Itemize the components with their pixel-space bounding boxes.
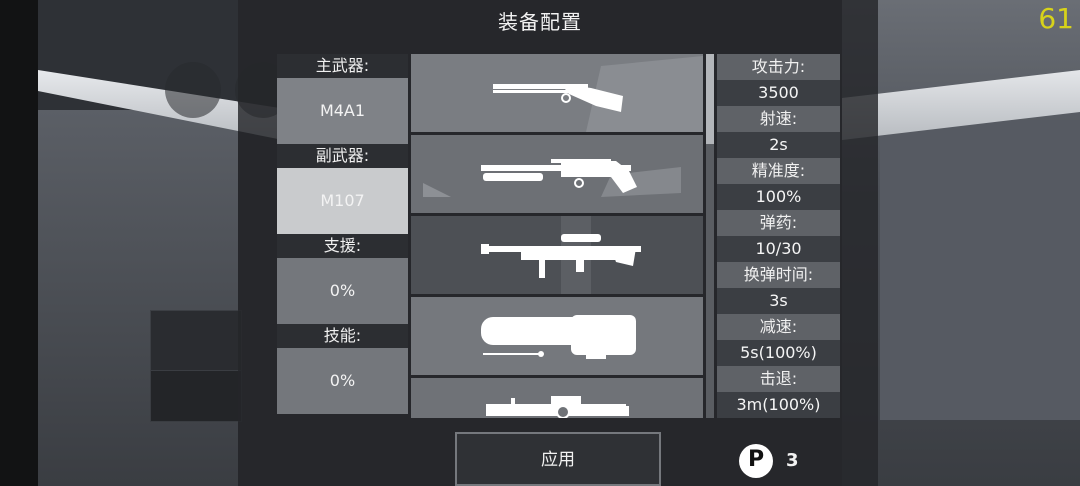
double-barrel-shotgun-icon <box>493 56 703 132</box>
left-wall <box>38 110 238 486</box>
crate <box>150 370 242 422</box>
fps-counter: 61 <box>1038 2 1074 35</box>
scrollbar-thumb[interactable] <box>706 54 714 144</box>
stat-label: 击退: <box>717 366 840 392</box>
pump-shotgun-icon <box>423 159 681 197</box>
weapon-list[interactable] <box>411 54 703 418</box>
screen-edge <box>0 0 38 486</box>
stat-label: 攻击力: <box>717 54 840 80</box>
plasma-cannon-icon <box>481 315 636 359</box>
weapon-item[interactable] <box>411 297 703 375</box>
weapon-stats: 攻击力: 3500 射速: 2s 精准度: 100% 弹药: 10/30 换弹时… <box>717 54 840 418</box>
stat-label: 射速: <box>717 106 840 132</box>
stat-label: 精准度: <box>717 158 840 184</box>
slot-primary-weapon[interactable]: 主武器: M4A1 <box>277 54 408 144</box>
sniper-rifle-icon <box>411 216 703 294</box>
slot-label: 主武器: <box>277 54 408 78</box>
stat-value: 5s(100%) <box>717 340 840 366</box>
points-value: 3 <box>786 450 799 471</box>
slot-label: 技能: <box>277 324 408 348</box>
right-corridor <box>880 120 1080 420</box>
heavy-launcher-icon <box>486 396 629 418</box>
slot-label: 副武器: <box>277 144 408 168</box>
stat-label: 换弹时间: <box>717 262 840 288</box>
weapon-item[interactable] <box>411 135 703 213</box>
slot-support[interactable]: 支援: 0% <box>277 234 408 324</box>
slot-value[interactable]: 0% <box>277 258 408 324</box>
stat-value: 3m(100%) <box>717 392 840 418</box>
equipment-slots: 主武器: M4A1 副武器: M107 支援: 0% 技能: 0% <box>277 54 408 418</box>
stat-label: 减速: <box>717 314 840 340</box>
weapon-item[interactable] <box>411 54 703 132</box>
stat-value: 10/30 <box>717 236 840 262</box>
slot-label: 支援: <box>277 234 408 258</box>
points-icon: P <box>739 444 773 478</box>
stat-value: 3500 <box>717 80 840 106</box>
slot-skill[interactable]: 技能: 0% <box>277 324 408 414</box>
slot-value[interactable]: M107 <box>277 168 408 234</box>
stat-value: 100% <box>717 184 840 210</box>
points-icon-letter: P <box>747 447 765 472</box>
apply-button[interactable]: 应用 <box>455 432 661 486</box>
chat-icon <box>165 62 221 118</box>
stat-value: 2s <box>717 132 840 158</box>
stat-value: 3s <box>717 288 840 314</box>
crate <box>150 310 242 372</box>
page-title: 装备配置 <box>498 10 582 34</box>
slot-value[interactable]: M4A1 <box>277 78 408 144</box>
weapon-item[interactable] <box>411 378 703 418</box>
slot-secondary-weapon[interactable]: 副武器: M107 <box>277 144 408 234</box>
slot-value[interactable]: 0% <box>277 348 408 414</box>
stat-label: 弹药: <box>717 210 840 236</box>
weapon-item[interactable] <box>411 216 703 294</box>
